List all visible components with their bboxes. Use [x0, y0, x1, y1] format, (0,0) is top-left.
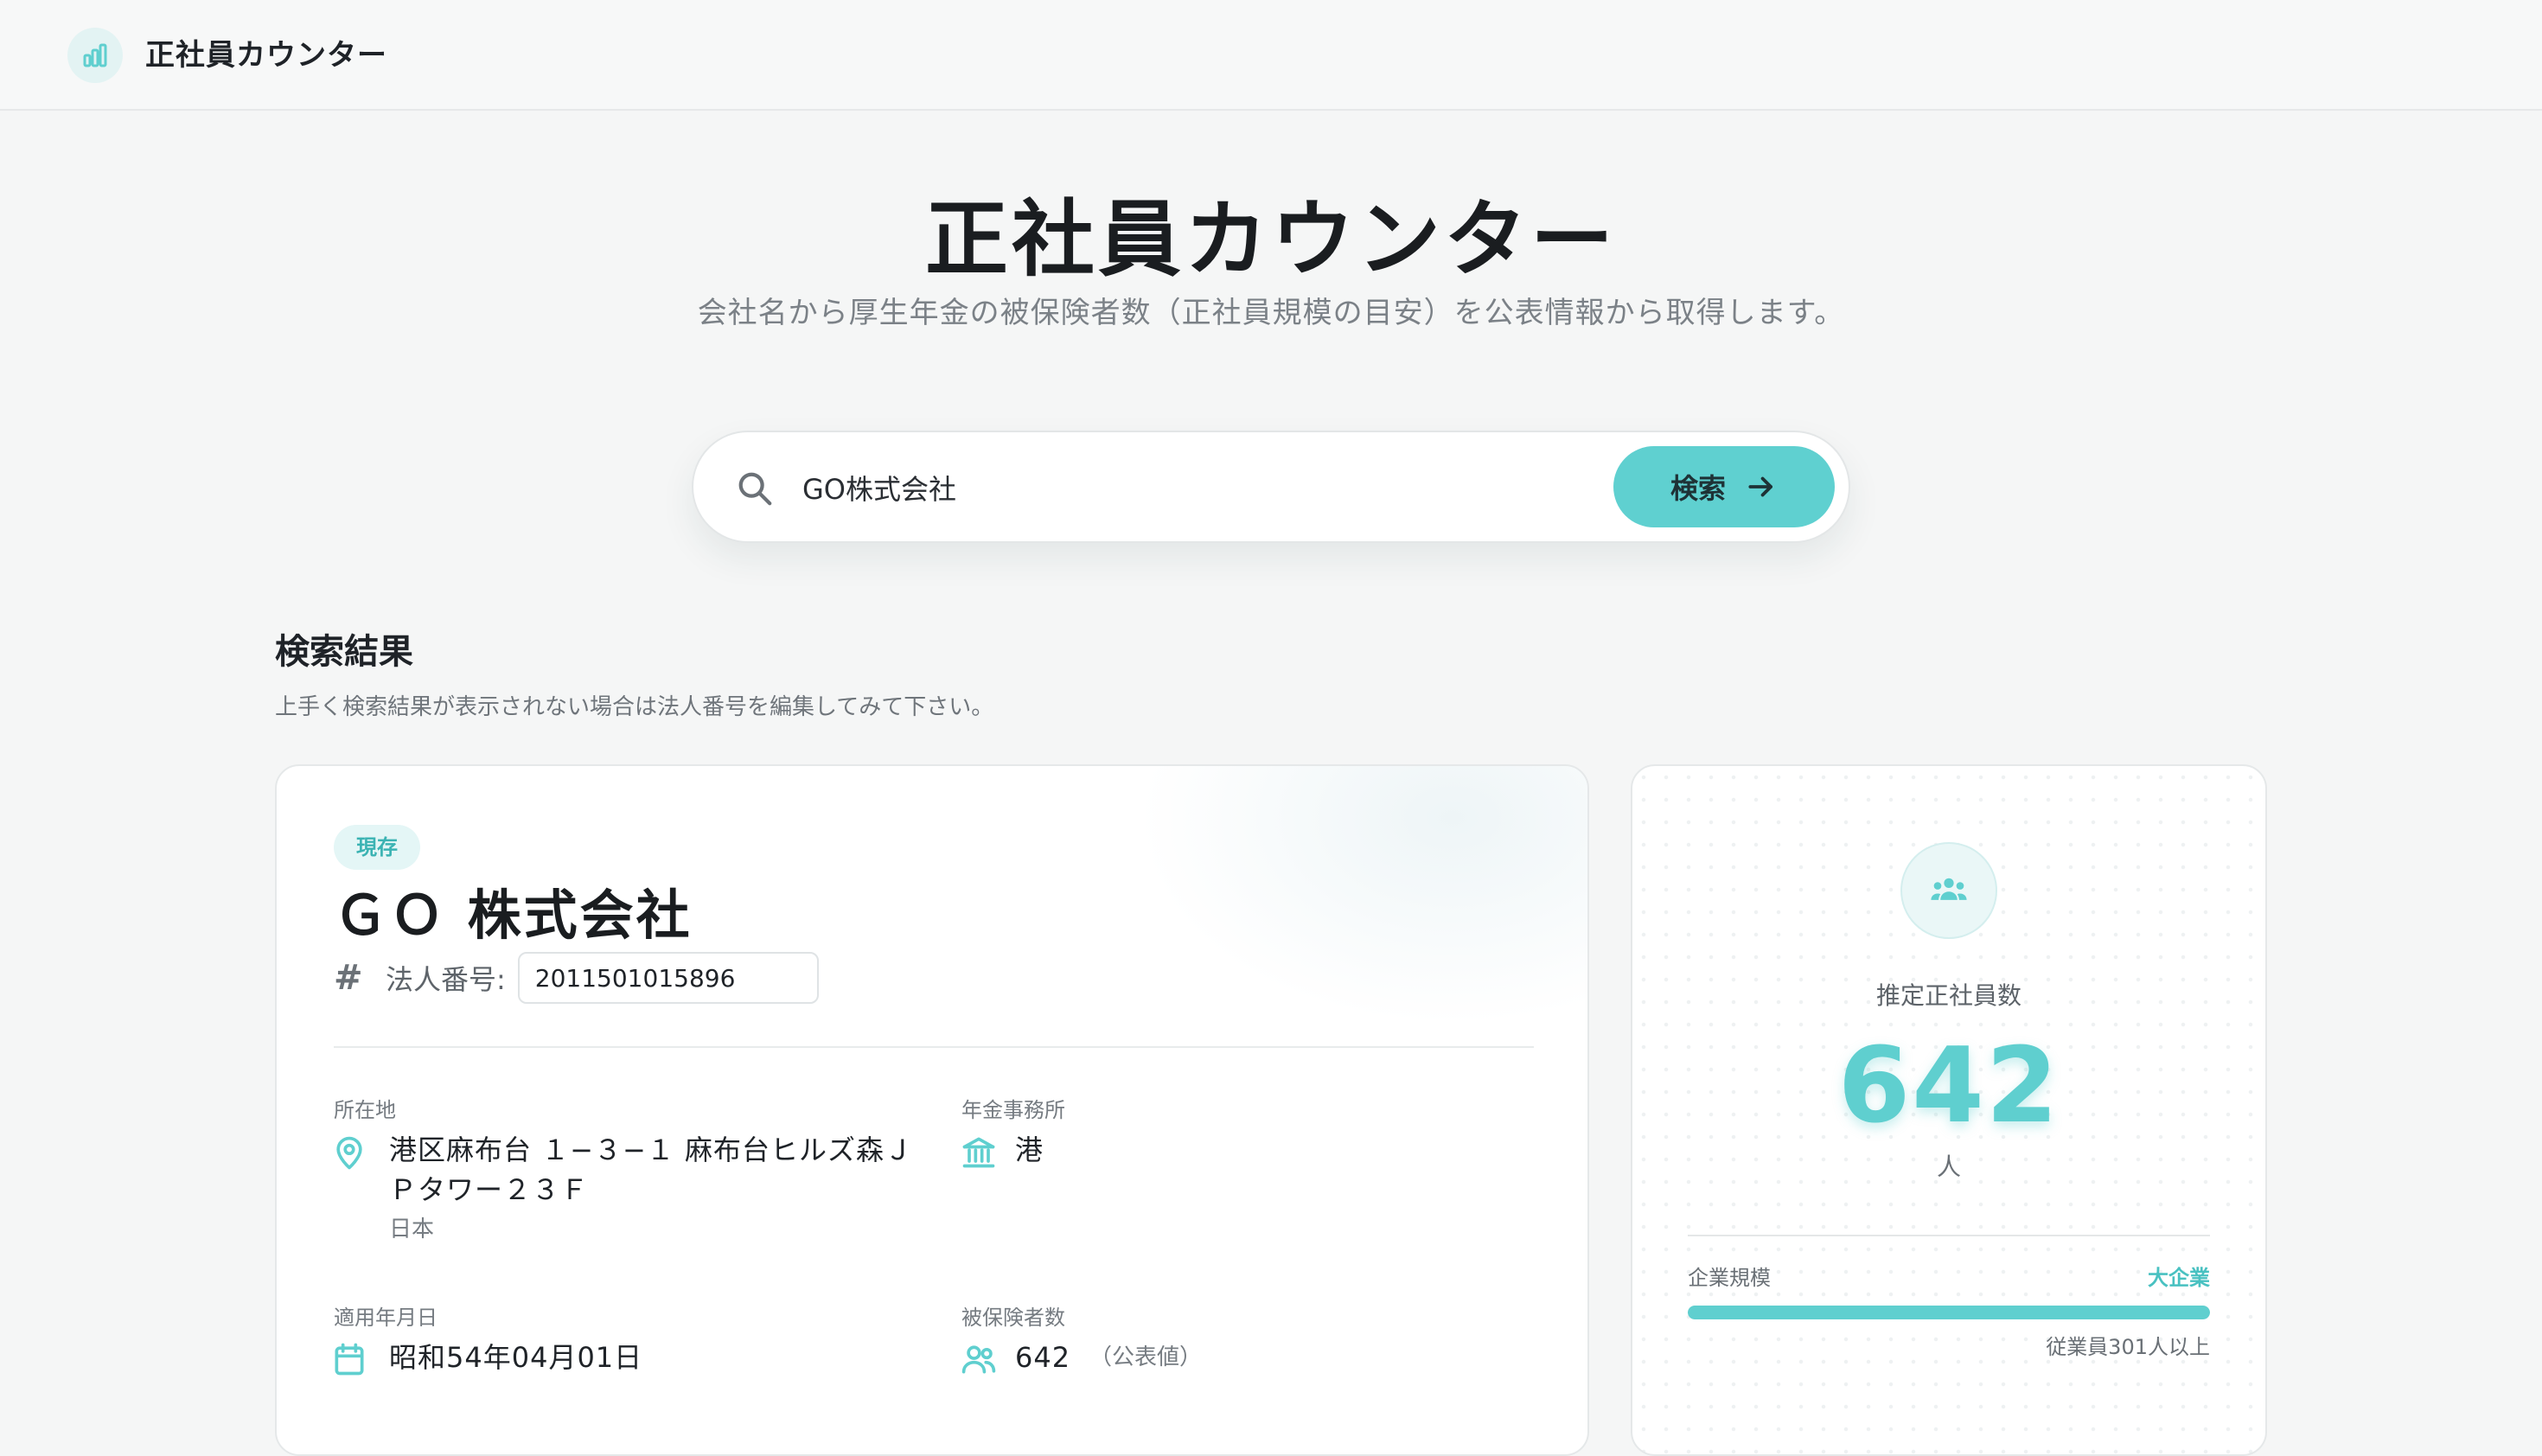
search-icon	[738, 472, 772, 506]
insured-count-value: 642	[1015, 1341, 1071, 1374]
estimate-unit: 人	[1936, 1153, 1961, 1181]
company-name: ＧＯ 株式会社	[334, 884, 693, 947]
brand-name[interactable]: 正社員カウンター	[145, 33, 387, 78]
address-country: 日本	[389, 1217, 435, 1242]
company-scale-note: 従業員301人以上	[2046, 1335, 2210, 1359]
address-line-1: 港区麻布台 １−３−１ 麻布台ヒルズ森Ｊ	[389, 1134, 913, 1166]
bank-building-icon	[962, 1137, 995, 1168]
company-scale-label: 企業規模	[1688, 1266, 1771, 1290]
bar-chart-icon[interactable]	[67, 28, 123, 83]
page-subtitle: 会社名から厚生年金の被保険者数（正社員規模の目安）を公表情報から取得します。	[697, 296, 1845, 330]
applied-date-value: 昭和54年04月01日	[389, 1341, 643, 1374]
map-pin-icon	[336, 1136, 362, 1170]
app-header: 正社員カウンター	[0, 0, 2542, 111]
users-icon	[1900, 842, 1997, 939]
users-icon	[961, 1345, 996, 1374]
search-input[interactable]	[802, 462, 1425, 514]
search-button-label: 検索	[1670, 472, 1726, 505]
corp-number-row: # 法人番号:	[334, 951, 819, 1005]
company-scale-value: 大企業	[2148, 1266, 2210, 1290]
calendar-icon	[335, 1343, 364, 1376]
results-hint: 上手く検索結果が表示されない場合は法人番号を編集してみて下さい。	[275, 694, 994, 720]
applied-date-label: 適用年月日	[334, 1306, 438, 1330]
pension-office-label: 年金事務所	[961, 1098, 1065, 1122]
divider	[1688, 1235, 2210, 1236]
divider	[334, 1046, 1534, 1048]
card-decoration	[1138, 766, 1587, 1025]
arrow-right-icon	[1748, 476, 1772, 497]
estimate-card: 推定正社員数 642 人 企業規模 大企業 従業員301人以上	[1631, 764, 2267, 1456]
page-title: 正社員カウンター	[925, 191, 1617, 288]
address-label: 所在地	[334, 1098, 396, 1122]
corp-number-input[interactable]	[517, 952, 819, 1004]
insured-count-note: （公表値）	[1089, 1344, 1203, 1370]
results-title: 検索結果	[275, 632, 413, 672]
address-line-2: Ｐタワー２３Ｆ	[389, 1173, 590, 1206]
estimate-value: 642	[1837, 1026, 2060, 1146]
company-card: 現存 ＧＯ 株式会社 # 法人番号: 所在地 港区麻布台 １−３−１ 麻布台ヒル…	[275, 764, 1589, 1456]
company-scale-bar	[1688, 1306, 2210, 1319]
hash-icon: #	[334, 958, 363, 998]
corp-number-label: 法人番号:	[386, 963, 506, 996]
company-scale-bar-fill	[1688, 1306, 2210, 1319]
pension-office-value: 港	[1015, 1134, 1044, 1166]
insured-count-label: 被保険者数	[961, 1306, 1065, 1330]
estimate-label: 推定正社員数	[1875, 981, 2021, 1010]
search-bar: 検索	[692, 431, 1850, 543]
search-button[interactable]: 検索	[1613, 446, 1835, 527]
status-badge: 現存	[334, 825, 420, 870]
